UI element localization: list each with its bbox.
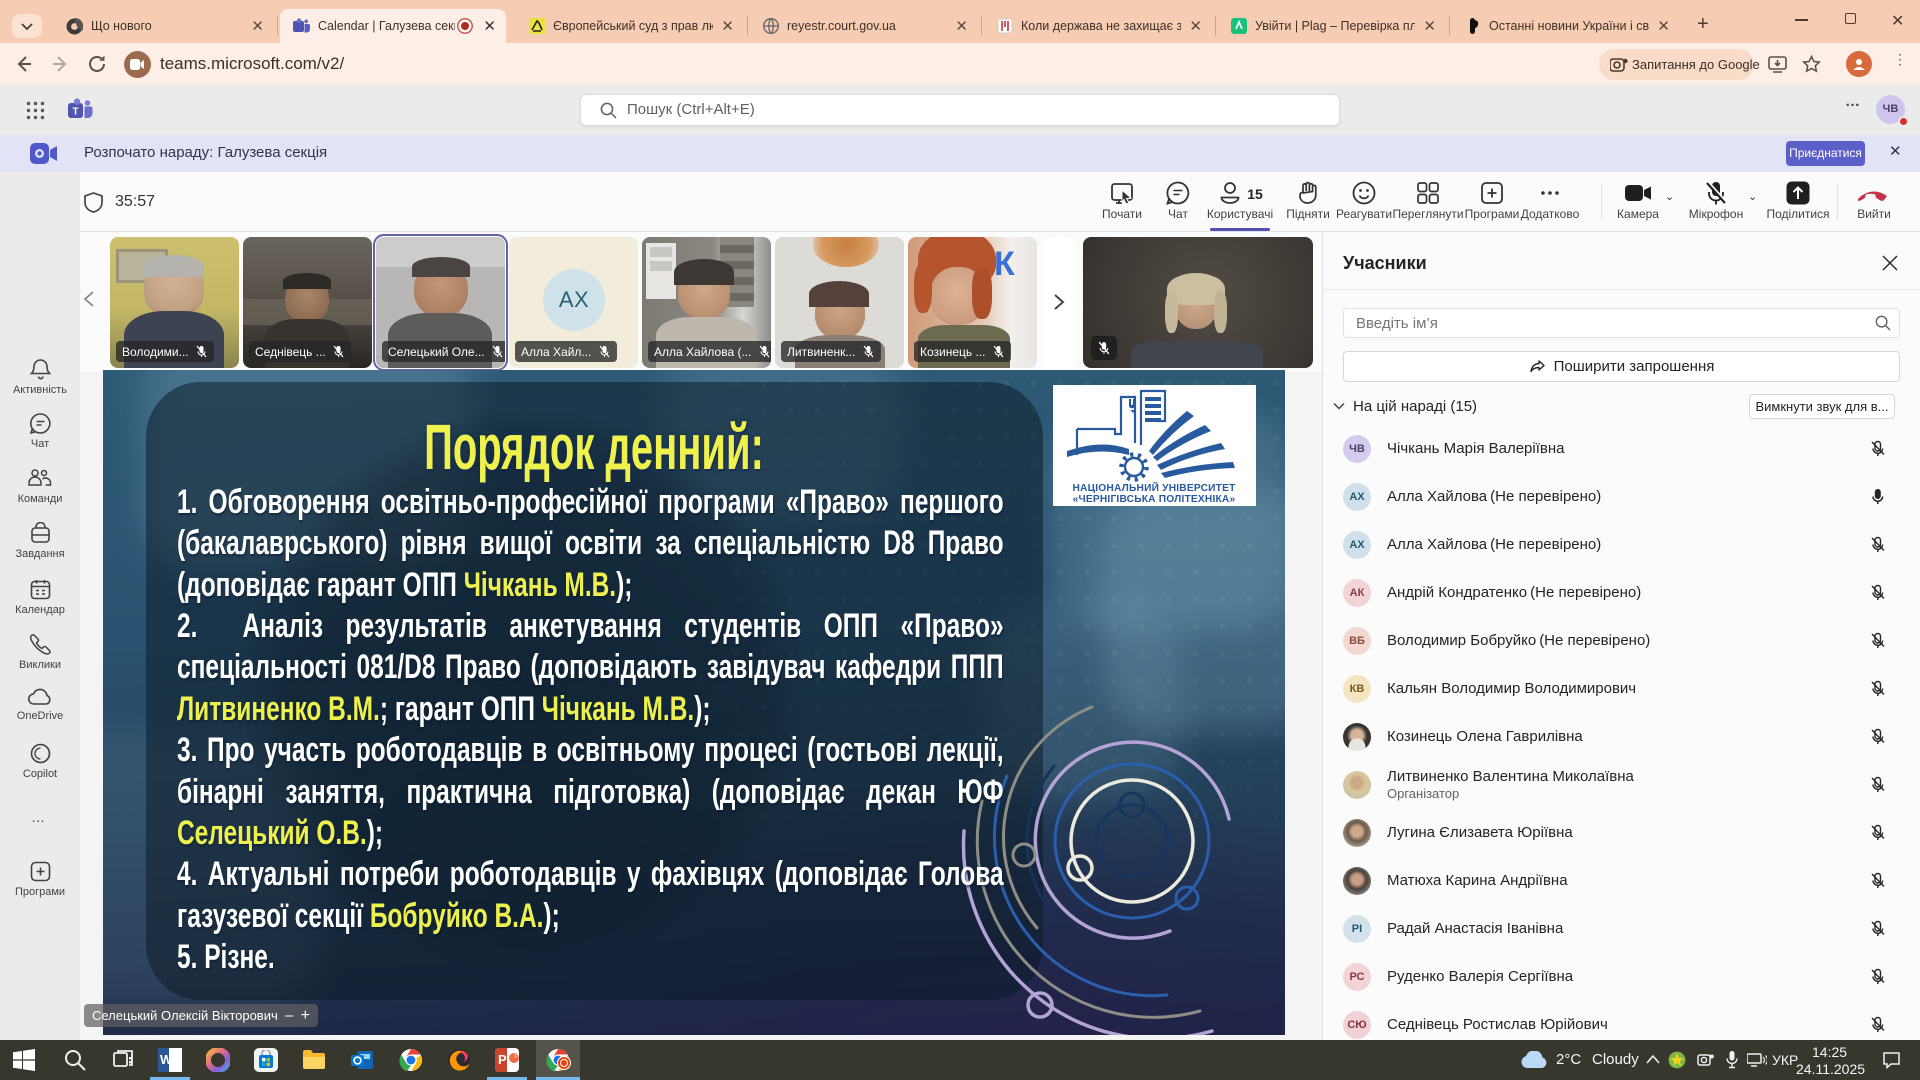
svg-text:T: T (72, 107, 78, 118)
svg-text:«ЧЕРНІГІВСЬКА ПОЛІТЕХНІКА»: «ЧЕРНІГІВСЬКА ПОЛІТЕХНІКА» (1073, 494, 1236, 505)
svg-text:НАЦІОНАЛЬНИЙ УНІВЕРСИТЕТ: НАЦІОНАЛЬНИЙ УНІВЕРСИТЕТ (1073, 481, 1237, 494)
